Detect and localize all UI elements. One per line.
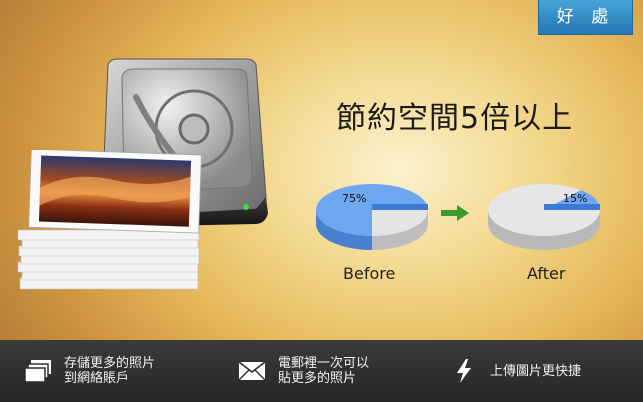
envelope-icon <box>238 357 266 385</box>
feature-upload: 上傳圖片更快捷 <box>450 340 581 402</box>
photos-stack-icon <box>24 357 52 385</box>
feature-storage: 存儲更多的照片 到網絡賬戶 <box>24 340 155 402</box>
pie-after-percent: 15% <box>563 192 587 205</box>
pie-after-label: After <box>527 264 566 283</box>
photo-stack-image <box>17 150 202 290</box>
benefits-badge[interactable]: 好 處 <box>538 0 633 35</box>
pie-chart-after: 15% <box>488 184 601 250</box>
feature-email: 電郵裡一次可以 貼更多的照片 <box>238 340 369 402</box>
pie-before-label: Before <box>343 264 396 283</box>
feature-email-line1: 電郵裡一次可以 <box>278 356 370 371</box>
promo-screen: 好 處 節約空間5倍以上 75% Before 15% After 存儲更多的照… <box>0 0 643 402</box>
feature-bar: 存儲更多的照片 到網絡賬戶 電郵裡一次可以 貼更多的照片 上傳圖片更快捷 <box>0 340 643 402</box>
pie-chart-before: 75% <box>316 184 428 250</box>
feature-upload-line1: 上傳圖片更快捷 <box>490 363 582 379</box>
feature-email-line2: 貼更多的照片 <box>278 371 357 386</box>
lightning-icon <box>450 357 478 385</box>
feature-storage-line2: 到網絡賬戶 <box>64 371 130 386</box>
feature-storage-line1: 存儲更多的照片 <box>64 356 156 371</box>
pie-before-percent: 75% <box>342 192 366 205</box>
headline: 節約空間5倍以上 <box>336 101 574 136</box>
arrow-right-icon <box>441 205 469 221</box>
